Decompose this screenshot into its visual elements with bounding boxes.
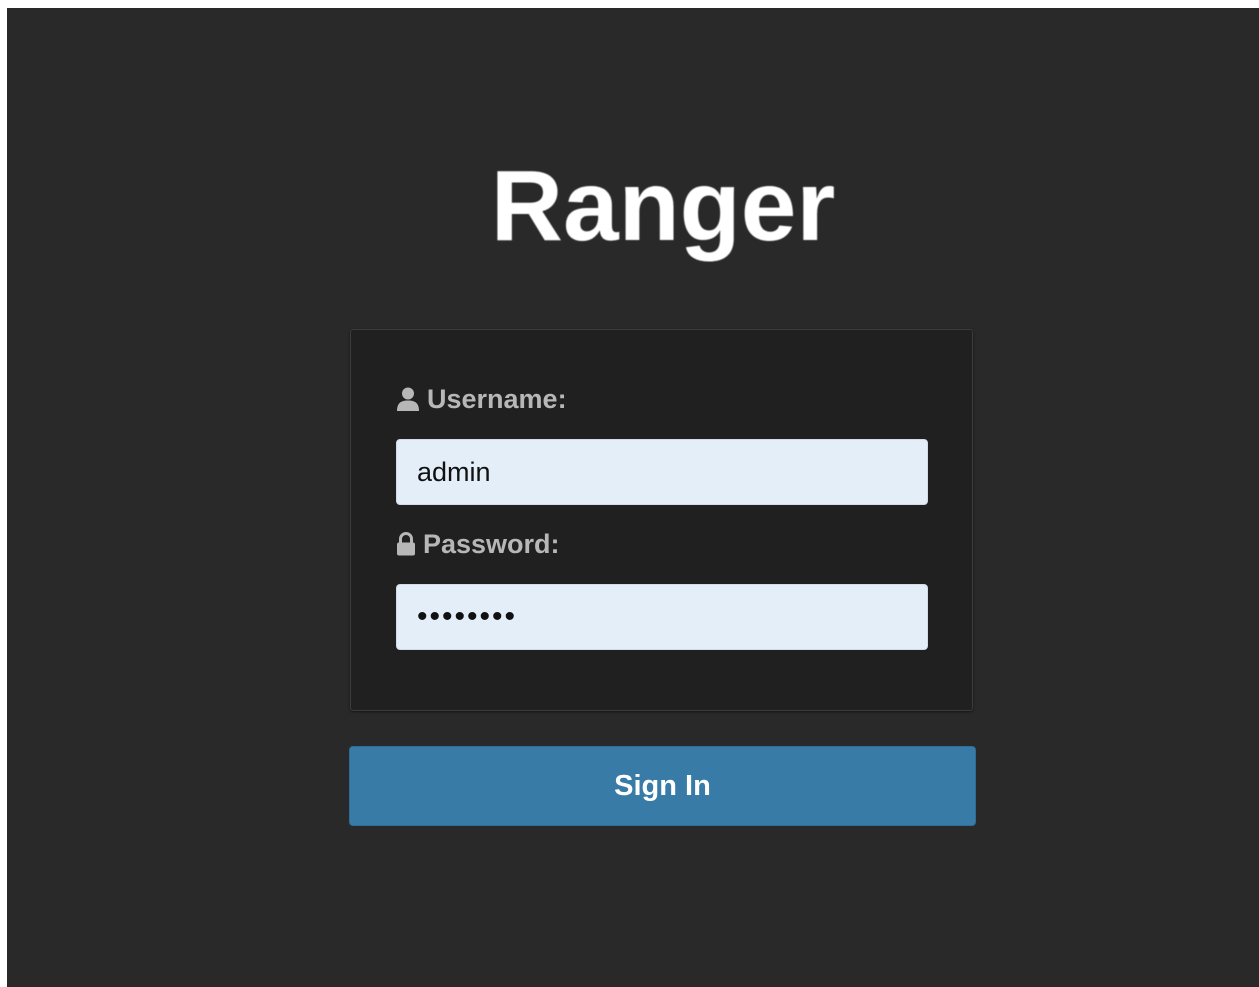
username-label-text: Username: (427, 384, 567, 414)
lock-icon (396, 531, 416, 557)
username-input[interactable] (396, 439, 928, 505)
login-page: Ranger Username: Password: Sign In (7, 8, 1259, 987)
password-label: Password: (396, 528, 560, 560)
password-input[interactable] (396, 584, 928, 650)
ranger-logo: Ranger (490, 150, 836, 262)
login-panel: Username: Password: (350, 329, 973, 711)
user-icon (396, 386, 420, 412)
username-label: Username: (396, 383, 567, 415)
password-label-text: Password: (423, 529, 560, 559)
sign-in-button[interactable]: Sign In (349, 746, 976, 826)
